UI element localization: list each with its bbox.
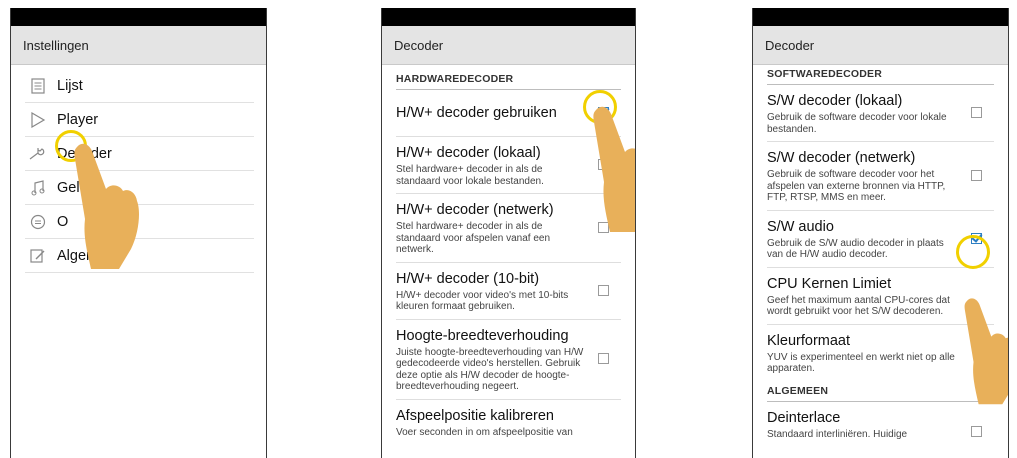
menu-item-label: O: [57, 213, 69, 230]
page-title: Instellingen: [23, 37, 89, 53]
pref-summary: Juiste hoogte-breedteverhouding van H/W …: [396, 346, 584, 393]
checkbox[interactable]: [598, 221, 609, 233]
pref-summary: Geef het maximum aantal CPU-cores dat wo…: [767, 294, 950, 318]
menu-item-label: Algen: [57, 247, 95, 264]
pref-title: H/W+ decoder gebruiken: [396, 105, 557, 121]
menu-item-o[interactable]: O: [25, 205, 254, 239]
menu-item-lijst[interactable]: Lijst: [25, 69, 254, 103]
music-icon: [29, 179, 47, 197]
pref-title: S/W decoder (lokaal): [767, 93, 903, 109]
pref-title: S/W decoder (netwerk): [767, 150, 916, 166]
checkbox[interactable]: [598, 107, 609, 118]
pref-summary: Gebruik de S/W audio decoder in plaats v…: [767, 237, 944, 261]
pref-summary: YUV is experimenteel en werkt niet op al…: [767, 351, 955, 375]
checkbox[interactable]: [598, 284, 609, 296]
pref-sw-network[interactable]: S/W decoder (netwerk) Gebruik de softwar…: [767, 142, 994, 211]
status-bar: [753, 8, 1008, 26]
page-title: Decoder: [394, 37, 444, 53]
menu-item-algen[interactable]: Algen: [25, 239, 254, 273]
screen-decoder-hardware: Decoder HARDWAREDECODER H/W+ decoder geb…: [381, 8, 636, 458]
checkbox[interactable]: [971, 107, 982, 118]
pref-title: H/W+ decoder (10-bit): [396, 270, 540, 287]
pref-title: S/W audio: [767, 218, 834, 235]
menu-item-decoder[interactable]: Decoder: [25, 137, 254, 171]
pref-sw-audio[interactable]: S/W audio Gebruik de S/W audio decoder i…: [767, 211, 994, 268]
menu-item-label: Player: [57, 111, 99, 128]
pref-hw-decoder[interactable]: H/W+ decoder gebruiken: [396, 90, 621, 137]
menu-item-label: Lijst: [57, 77, 83, 94]
pref-sw-local[interactable]: S/W decoder (lokaal) Gebruik de software…: [767, 85, 994, 142]
list-icon: [29, 77, 47, 95]
pref-title: CPU Kernen Limiet: [767, 275, 892, 292]
menu-item-label: Gel: [57, 179, 80, 196]
menu-item-player[interactable]: Player: [25, 103, 254, 137]
pref-cpu-cores[interactable]: CPU Kernen Limiet Geef het maximum aanta…: [767, 268, 994, 325]
pref-calibrate-position[interactable]: Afspeelpositie kalibreren Voer seconden …: [396, 400, 621, 445]
checkbox[interactable]: [598, 353, 609, 364]
menu-item-gel[interactable]: Gel: [25, 171, 254, 205]
pref-aspect-ratio[interactable]: Hoogte-breedteverhouding Juiste hoogte-b…: [396, 320, 621, 400]
pref-hw-10bit[interactable]: H/W+ decoder (10-bit) H/W+ decoder voor …: [396, 263, 621, 320]
pref-color-format[interactable]: Kleurformaat YUV is experimenteel en wer…: [767, 325, 994, 381]
edit-icon: [29, 247, 47, 265]
section-header: SOFTWAREDECODER: [767, 65, 994, 85]
page-title: Decoder: [765, 37, 815, 53]
play-icon: [29, 111, 47, 129]
pref-summary: H/W+ decoder voor video's met 10-bits kl…: [396, 289, 569, 313]
wrench-icon: [29, 145, 47, 163]
pref-summary: Gebruik de software decoder voor lokale …: [767, 112, 947, 135]
pref-summary: Gebruik de software decoder voor het afs…: [767, 169, 946, 203]
chat-icon: [29, 213, 47, 231]
pref-title: Hoogte-breedteverhouding: [396, 327, 569, 344]
pref-hw-network[interactable]: H/W+ decoder (netwerk) Stel hardware+ de…: [396, 194, 621, 263]
pref-summary: Voer seconden in om afspeelpositie van: [396, 426, 573, 438]
pref-title: Kleurformaat: [767, 332, 851, 349]
app-bar: Decoder: [753, 26, 1008, 65]
checkbox[interactable]: [971, 169, 982, 181]
pref-summary: Standaard interliniëren. Huidige: [767, 428, 908, 440]
pref-title: H/W+ decoder (netwerk): [396, 202, 554, 218]
checkbox[interactable]: [598, 159, 609, 170]
menu-item-label: Decoder: [57, 145, 112, 162]
screen-settings: Instellingen Lijst Player Decoder Gel O …: [10, 8, 267, 458]
pref-title: Deinterlace: [767, 409, 841, 426]
status-bar: [11, 8, 266, 26]
pref-summary: Stel hardware+ decoder in als de standaa…: [396, 221, 550, 255]
screen-decoder-software: Decoder SOFTWAREDECODER S/W decoder (lok…: [752, 8, 1009, 458]
section-header: HARDWAREDECODER: [396, 65, 621, 90]
pref-summary: Stel hardware+ decoder in als de standaa…: [396, 164, 544, 187]
pref-title: H/W+ decoder (lokaal): [396, 145, 541, 161]
pref-hw-local[interactable]: H/W+ decoder (lokaal) Stel hardware+ dec…: [396, 137, 621, 194]
app-bar: Instellingen: [11, 26, 266, 65]
section-header: ALGEMEEN: [767, 381, 994, 402]
pref-title: Afspeelpositie kalibreren: [396, 407, 554, 424]
checkbox[interactable]: [971, 232, 982, 244]
app-bar: Decoder: [382, 26, 635, 65]
checkbox[interactable]: [971, 425, 982, 437]
status-bar: [382, 8, 635, 26]
pref-deinterlace[interactable]: Deinterlace Standaard interliniëren. Hui…: [767, 402, 994, 447]
